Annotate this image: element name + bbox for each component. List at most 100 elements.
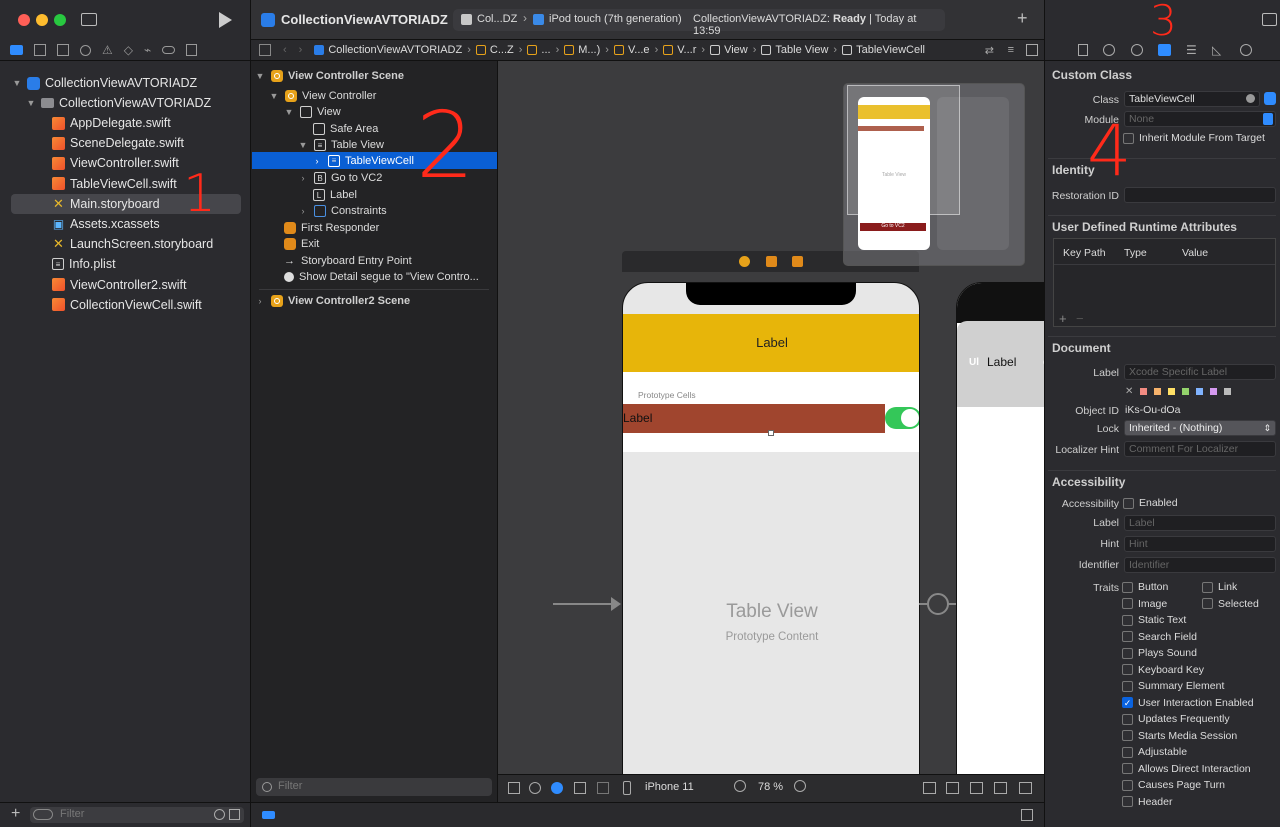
inspector-toggle-icon[interactable] (1262, 13, 1277, 26)
breadcrumb-item[interactable]: ... (541, 44, 550, 56)
device-icon[interactable] (623, 781, 631, 795)
update-frames-icon[interactable] (923, 782, 936, 794)
file-row[interactable]: CollectionViewCell.swift (52, 295, 202, 315)
chevron-down-icon[interactable]: ▼ (269, 91, 279, 101)
checkbox[interactable] (1122, 779, 1133, 791)
refresh-icon[interactable]: ⇄ (985, 44, 994, 57)
close-window-button[interactable] (18, 14, 30, 26)
layout-icon[interactable] (597, 782, 609, 794)
attributes-inspector-icon[interactable]: ☰ (1186, 43, 1197, 57)
remove-icon[interactable]: − (1076, 311, 1084, 326)
view-controller-icon[interactable] (739, 256, 750, 267)
document-label-field[interactable]: Xcode Specific Label (1124, 364, 1276, 380)
source-control-tab-icon[interactable] (34, 44, 46, 56)
chevron-right-icon[interactable]: › (255, 296, 265, 306)
resolve-autolayout-icon[interactable] (994, 782, 1007, 794)
related-items-icon[interactable] (259, 44, 271, 56)
hide-debug-area-icon[interactable] (1021, 809, 1033, 821)
checkbox[interactable] (1122, 631, 1133, 643)
outline-scene-1[interactable]: ▼ View Controller Scene (255, 66, 404, 86)
swatch-green[interactable] (1182, 388, 1190, 395)
canvas-minimap[interactable]: Table View Go to VC2 (843, 83, 1025, 266)
chevron-right-icon[interactable]: › (312, 156, 322, 166)
appearance-icon[interactable] (529, 782, 541, 794)
run-button[interactable] (219, 12, 232, 28)
accessibility-hint-field[interactable]: Hint (1124, 536, 1276, 552)
resize-handle[interactable] (768, 430, 774, 436)
trait-checkbox[interactable]: Summary Element (1122, 680, 1224, 692)
help-inspector-icon[interactable] (1131, 44, 1143, 56)
arrow-right-icon[interactable] (1246, 94, 1255, 103)
restoration-id-field[interactable] (1124, 187, 1276, 203)
trait-checkbox[interactable]: Button (1122, 581, 1168, 593)
accessibility-enabled-checkbox[interactable]: Enabled (1123, 497, 1178, 509)
debug-tab-icon[interactable]: ⌁ (144, 43, 151, 57)
file-row[interactable]: ViewController2.swift (52, 275, 186, 295)
breadcrumb-item[interactable]: V...r (677, 44, 696, 56)
view-controller-scene[interactable]: Label Prototype Cells Label Table View P… (622, 282, 920, 774)
clear-label-icon[interactable]: ✕ (1125, 386, 1133, 397)
inherit-module-checkbox[interactable]: Inherit Module From Target (1123, 132, 1265, 144)
checkbox[interactable] (1122, 614, 1133, 626)
module-field[interactable]: None (1124, 111, 1276, 127)
chevron-right-icon[interactable]: › (298, 173, 308, 183)
chevron-down-icon[interactable]: ▼ (12, 78, 22, 88)
cell-label[interactable]: Label (623, 411, 652, 425)
class-field[interactable]: TableViewCell (1124, 91, 1260, 107)
zoom-level[interactable]: 78 % (758, 781, 783, 793)
add-constraints-icon[interactable] (970, 782, 983, 794)
file-row[interactable]: ▣ Assets.xcassets (52, 214, 160, 234)
accessibility-identifier-field[interactable]: Identifier (1124, 557, 1276, 573)
file-row[interactable]: ≡ Info.plist (52, 254, 116, 274)
folder-tab-icon[interactable] (10, 45, 23, 55)
trait-checkbox[interactable]: Search Field (1122, 631, 1197, 643)
exit-icon[interactable] (792, 256, 803, 267)
align-icon[interactable] (946, 782, 959, 794)
trait-checkbox[interactable]: Causes Page Turn (1122, 779, 1225, 791)
file-row[interactable]: ViewController.swift (52, 153, 179, 173)
trait-checkbox[interactable]: Updates Frequently (1122, 713, 1230, 725)
trait-checkbox[interactable]: Plays Sound (1122, 647, 1197, 659)
entry-point-arrow[interactable] (553, 603, 613, 605)
zoom-in-icon[interactable] (794, 780, 806, 792)
minimap-viewport[interactable] (847, 85, 960, 215)
filter-options-icon[interactable] (33, 809, 53, 820)
device-selector[interactable]: iPod touch (7th generation) (549, 13, 682, 25)
file-row[interactable]: TableViewCell.swift (52, 174, 177, 194)
first-responder-icon[interactable] (766, 256, 777, 267)
runtime-attributes-table[interactable]: Key Path Type Value + − (1053, 238, 1276, 327)
navigator-filter-field[interactable]: Filter (30, 807, 244, 823)
checkbox[interactable] (1202, 581, 1213, 593)
chevron-down-icon[interactable]: ▼ (26, 98, 36, 108)
switch-toggle[interactable] (885, 407, 919, 429)
symbol-tab-icon[interactable] (57, 44, 69, 56)
checkbox[interactable] (1122, 730, 1133, 742)
swatch-yellow[interactable] (1168, 388, 1176, 395)
trait-checkbox[interactable]: Keyboard Key (1122, 664, 1204, 676)
trait-checkbox[interactable]: Allows Direct Interaction (1122, 763, 1251, 775)
forward-icon[interactable]: › (299, 44, 303, 56)
file-row[interactable]: ✕ Main.storyboard (52, 194, 160, 214)
report-tab-icon[interactable] (186, 44, 198, 56)
back-icon[interactable]: ‹ (283, 44, 287, 56)
swatch-red[interactable] (1140, 388, 1148, 395)
collection-header[interactable]: Ul ew Label (957, 321, 1044, 407)
class-dropdown-icon[interactable] (1264, 92, 1276, 105)
debug-area-toggle-icon[interactable] (262, 811, 275, 819)
swatch-gray[interactable] (1224, 388, 1232, 395)
chevron-down-icon[interactable]: ▼ (284, 107, 294, 117)
issue-tab-icon[interactable]: ⚠ (102, 43, 113, 57)
file-row[interactable]: ✕ LaunchScreen.storyboard (52, 234, 213, 254)
breadcrumb-item[interactable]: M...) (578, 44, 600, 56)
project-row[interactable]: ▼ CollectionViewAVTORIADZ (12, 73, 198, 93)
minimize-window-button[interactable] (36, 14, 48, 26)
segue-icon[interactable] (927, 593, 949, 615)
device-selector[interactable]: iPhone 11 (645, 781, 694, 793)
chevron-down-icon[interactable] (1263, 113, 1273, 125)
trait-checkbox[interactable]: Header (1122, 796, 1172, 808)
split-editor-icon[interactable] (1026, 44, 1038, 56)
scheme-selector[interactable]: Col...DZ (477, 13, 517, 25)
chevron-right-icon[interactable]: › (298, 206, 308, 216)
size-inspector-icon[interactable]: ◺ (1212, 43, 1221, 57)
source-control-filter-icon[interactable] (229, 809, 240, 820)
